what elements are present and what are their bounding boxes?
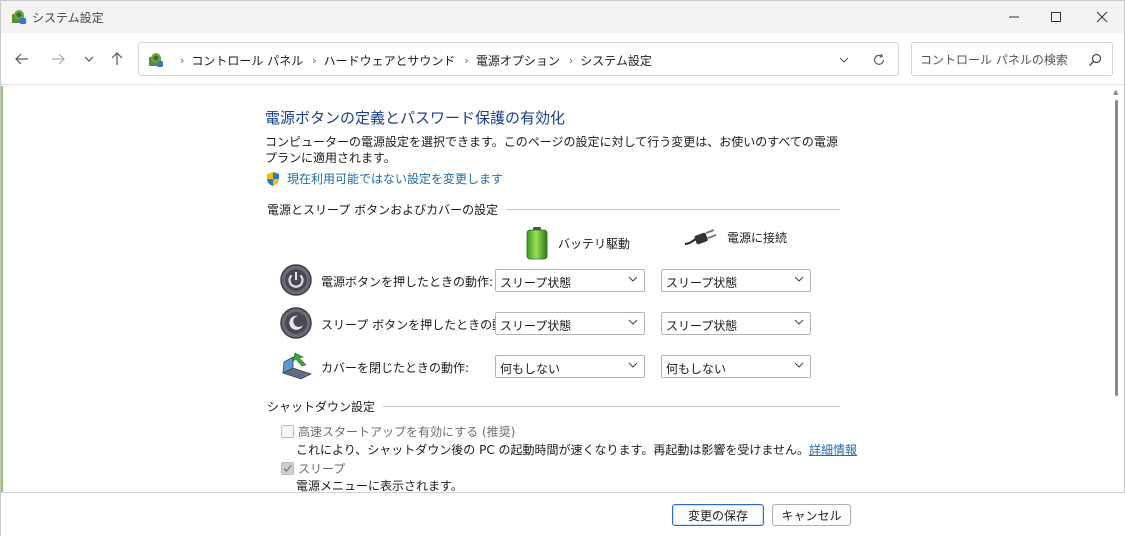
close-icon — [1096, 11, 1108, 23]
fast-startup-checkbox[interactable] — [281, 425, 294, 438]
lid-close-row: カバーを閉じたときの動作: 何もしない 何もしない — [279, 349, 839, 385]
power-plug-icon — [684, 229, 717, 245]
select-value: スリープ状態 — [500, 276, 572, 290]
footer-bar: 変更の保存 キャンセル — [1, 492, 1125, 536]
search-box[interactable] — [911, 42, 1113, 76]
chevron-down-icon — [628, 319, 638, 325]
power-button-label: 電源ボタンを押したときの動作: — [321, 275, 494, 289]
sleep-button-row: スリープ ボタンを押したときの動作: スリープ状態 スリープ状態 — [279, 306, 839, 342]
divider — [506, 209, 840, 210]
section-title-shutdown: シャットダウン設定 — [267, 400, 376, 414]
sleep-description: 電源メニューに表示されます。 — [296, 479, 463, 492]
power-button-icon — [280, 264, 312, 296]
breadcrumb-system-settings[interactable]: システム設定 — [580, 52, 652, 69]
chevron-down-icon — [84, 56, 94, 62]
fast-startup-label: 高速スタートアップを有効にする (推奨) — [298, 425, 516, 439]
chevron-down-icon — [794, 276, 804, 282]
main-content: 電源ボタンの定義とパスワード保護の有効化 コンピューターの電源設定を選択できます… — [1, 86, 1125, 492]
vertical-scrollbar[interactable]: ▲ — [1111, 86, 1123, 492]
arrow-right-icon — [52, 53, 65, 65]
navigation-bar: › コントロール パネル › ハードウェアとサウンド › 電源オプション › シ… — [1, 33, 1124, 85]
section-title-buttons: 電源とスリープ ボタンおよびカバーの設定 — [267, 203, 499, 217]
breadcrumb-control-panel[interactable]: コントロール パネル — [191, 52, 303, 69]
chevron-down-icon — [794, 319, 804, 325]
column-label-plugged: 電源に接続 — [727, 230, 788, 245]
column-header-battery: バッテリ駆動 — [524, 226, 630, 260]
minimize-icon — [1009, 16, 1019, 18]
select-value: 何もしない — [666, 362, 727, 376]
sleep-button-icon — [280, 307, 312, 339]
sleep-button-label: スリープ ボタンを押したときの動作: — [321, 318, 521, 332]
title-bar: システム設定 — [1, 1, 1124, 33]
chevron-down-icon — [628, 276, 638, 282]
search-icon[interactable] — [1087, 52, 1103, 68]
change-unavailable-settings-link[interactable]: 現在利用可能ではない設定を変更します — [265, 170, 503, 187]
breadcrumb-hardware-sound[interactable]: ハードウェアとサウンド — [324, 52, 456, 69]
control-panel-icon — [12, 10, 26, 24]
up-button[interactable] — [105, 47, 129, 71]
refresh-icon — [873, 53, 885, 65]
recent-locations-button[interactable] — [77, 47, 101, 71]
breadcrumb-separator[interactable]: › — [180, 54, 184, 67]
address-dropdown-button[interactable] — [835, 51, 853, 69]
cancel-button[interactable]: キャンセル — [772, 504, 851, 526]
close-button[interactable] — [1079, 1, 1125, 33]
arrow-left-icon — [15, 53, 28, 65]
breadcrumb-separator[interactable]: › — [312, 54, 316, 67]
checkmark-icon — [283, 465, 292, 472]
power-button-battery-select[interactable]: スリープ状態 — [495, 269, 645, 292]
search-input[interactable] — [920, 51, 1080, 69]
chevron-down-icon — [839, 57, 849, 63]
minimize-button[interactable] — [991, 1, 1037, 33]
address-bar[interactable]: › コントロール パネル › ハードウェアとサウンド › 電源オプション › シ… — [138, 42, 899, 76]
sleep-checkbox[interactable] — [281, 462, 294, 475]
uac-shield-icon — [267, 171, 279, 186]
sleep-label: スリープ — [298, 462, 346, 476]
maximize-icon — [1051, 12, 1061, 22]
fast-startup-option[interactable]: 高速スタートアップを有効にする (推奨) — [281, 423, 515, 440]
lid-close-label: カバーを閉じたときの動作: — [321, 361, 470, 375]
page-description: コンピューターの電源設定を選択できます。このページの設定に対して行う変更は、お使… — [265, 135, 838, 165]
laptop-lid-icon — [281, 352, 313, 380]
fast-startup-description: これにより、シャットダウン後の PC の起動時間が速くなります。再起動は影響を受… — [296, 441, 857, 458]
back-button[interactable] — [10, 47, 34, 71]
lid-close-battery-select[interactable]: 何もしない — [495, 355, 645, 378]
column-header-plugged: 電源に接続 — [683, 226, 787, 248]
sleep-option[interactable]: スリープ — [281, 460, 345, 477]
save-changes-button[interactable]: 変更の保存 — [672, 504, 764, 526]
chevron-down-icon — [794, 362, 804, 368]
more-info-link[interactable]: 詳細情報 — [809, 443, 857, 457]
scroll-thumb[interactable] — [1115, 100, 1118, 396]
power-button-plugged-select[interactable]: スリープ状態 — [661, 269, 811, 292]
lid-close-plugged-select[interactable]: 何もしない — [661, 355, 811, 378]
breadcrumb-separator[interactable]: › — [464, 54, 468, 67]
breadcrumb-separator[interactable]: › — [569, 54, 573, 67]
maximize-button[interactable] — [1033, 1, 1079, 33]
chevron-down-icon — [628, 362, 638, 368]
section-header-shutdown: シャットダウン設定 — [267, 398, 840, 415]
sleep-button-plugged-select[interactable]: スリープ状態 — [661, 312, 811, 335]
section-header-buttons: 電源とスリープ ボタンおよびカバーの設定 — [267, 201, 840, 218]
power-button-row: 電源ボタンを押したときの動作: スリープ状態 スリープ状態 — [279, 263, 839, 299]
system-settings-window: システム設定 › コントロール パネル › ハードウェアとサウンド › 電源オプ… — [0, 0, 1125, 536]
scroll-up-icon[interactable]: ▲ — [1113, 88, 1118, 96]
breadcrumb: › コントロール パネル › ハードウェアとサウンド › 電源オプション › シ… — [171, 52, 652, 69]
fast-startup-description-text: これにより、シャットダウン後の PC の起動時間が速くなります。再起動は影響を受… — [296, 443, 809, 457]
select-value: スリープ状態 — [666, 276, 738, 290]
divider — [383, 406, 840, 407]
page-title: 電源ボタンの定義とパスワード保護の有効化 — [265, 109, 566, 127]
breadcrumb-power-options[interactable]: 電源オプション — [476, 52, 560, 69]
select-value: スリープ状態 — [666, 319, 738, 333]
select-value: スリープ状態 — [500, 319, 572, 333]
window-title: システム設定 — [32, 11, 104, 25]
change-link-text[interactable]: 現在利用可能ではない設定を変更します — [287, 170, 503, 187]
control-panel-icon — [149, 53, 163, 67]
arrow-up-icon — [111, 52, 123, 65]
sleep-button-battery-select[interactable]: スリープ状態 — [495, 312, 645, 335]
battery-icon — [526, 227, 548, 260]
select-value: 何もしない — [500, 362, 561, 376]
column-label-battery: バッテリ駆動 — [558, 236, 631, 251]
refresh-button[interactable] — [870, 51, 888, 69]
forward-button[interactable] — [46, 47, 70, 71]
